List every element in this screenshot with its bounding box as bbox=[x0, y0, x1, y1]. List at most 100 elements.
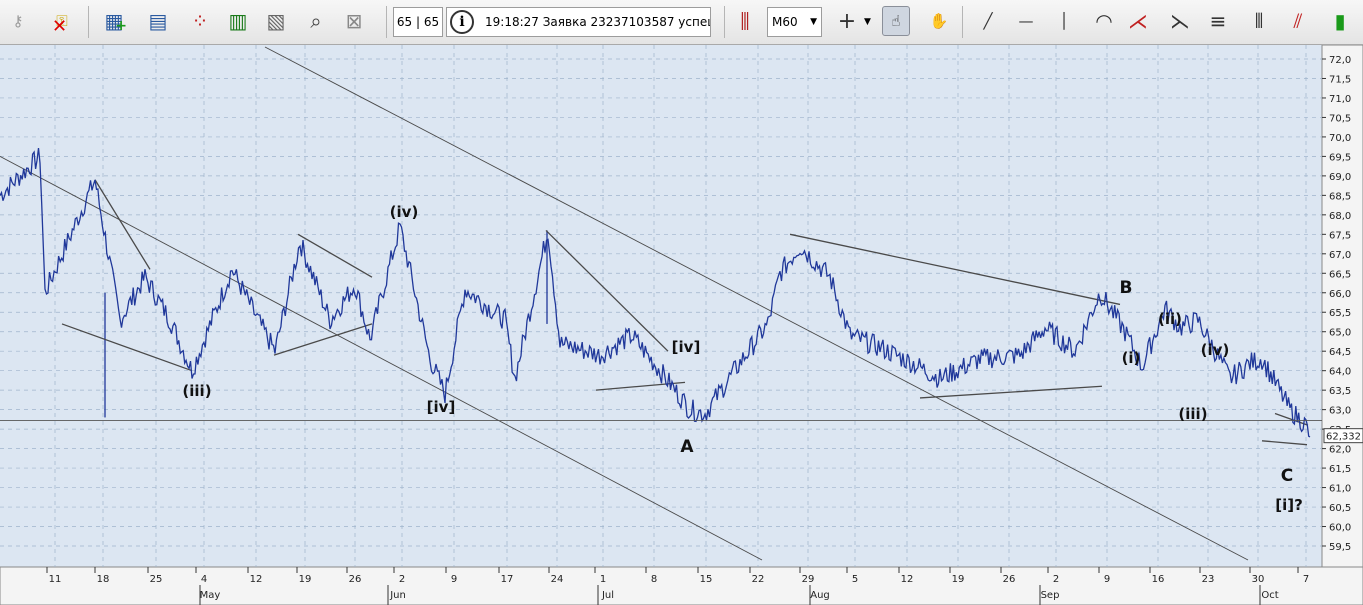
y-tick-label: 65,0 bbox=[1329, 328, 1351, 339]
wave-label: [iv] bbox=[427, 398, 456, 416]
y-tick-label: 72,0 bbox=[1329, 55, 1351, 66]
fibonacci-arcs-icon[interactable]: ◠ bbox=[1090, 6, 1118, 36]
wave-label: (iv) bbox=[390, 203, 419, 221]
chart-window-icon[interactable]: ▤ bbox=[144, 6, 172, 36]
channel-icon[interactable]: ⫽ bbox=[1284, 6, 1312, 36]
trend-line-icon[interactable]: ╱ bbox=[974, 6, 1002, 36]
y-tick-label: 68,0 bbox=[1329, 211, 1351, 222]
x-tick-label: 19 bbox=[299, 574, 312, 585]
wave-label: B bbox=[1120, 278, 1133, 298]
x-tick-label: 2 bbox=[1053, 574, 1059, 585]
quotes-window-icon[interactable]: ▥ bbox=[224, 6, 252, 36]
candles-icon[interactable]: ▮ bbox=[1326, 6, 1354, 36]
vertical-line-icon[interactable]: │ bbox=[1050, 6, 1078, 36]
wave-label: (ii) bbox=[1158, 310, 1182, 328]
wave-label: C bbox=[1281, 466, 1293, 486]
x-tick-label: 9 bbox=[451, 574, 457, 585]
y-tick-label: 60,5 bbox=[1329, 503, 1351, 514]
y-tick-label: 68,5 bbox=[1329, 191, 1351, 202]
month-label: Sep bbox=[1041, 590, 1060, 601]
y-tick-label: 64,0 bbox=[1329, 367, 1351, 378]
wave-label: (iii) bbox=[1178, 405, 1207, 423]
chevron-down-icon: ▼ bbox=[810, 17, 817, 27]
y-tick-label: 69,5 bbox=[1329, 152, 1351, 163]
status-time: 19:18:27 bbox=[485, 15, 539, 29]
x-tick-label: 23 bbox=[1202, 574, 1215, 585]
x-tick-label: 25 bbox=[150, 574, 163, 585]
y-tick-label: 59,5 bbox=[1329, 542, 1351, 553]
x-tick-label: 9 bbox=[1104, 574, 1110, 585]
x-tick-label: 12 bbox=[250, 574, 263, 585]
y-tick-label: 64,5 bbox=[1329, 347, 1351, 358]
x-tick-label: 7 bbox=[1303, 574, 1309, 585]
status-bar[interactable]: i 19:18:27 Заявка 23237103587 успеш bbox=[446, 7, 711, 37]
x-tick-label: 4 bbox=[201, 574, 207, 585]
wave-label: A bbox=[680, 437, 694, 457]
wave-label: (iii) bbox=[182, 382, 211, 400]
x-tick-label: 26 bbox=[1003, 574, 1016, 585]
timeframe-select[interactable]: M60 ▼ bbox=[767, 7, 822, 37]
toolbar-separator bbox=[962, 6, 963, 38]
toolbar-separator bbox=[88, 6, 89, 38]
time-zones-icon[interactable]: ⦀ bbox=[1245, 6, 1273, 36]
y-tick-label: 63,0 bbox=[1329, 406, 1351, 417]
main-toolbar: ⚷ ⚿ ✕ ▦ + ▤ ⁘ ▥ ▧ ⌕ ⊠ 65 | 65 i 19:18:27 З… bbox=[0, 0, 1363, 45]
crosshair-icon[interactable]: + bbox=[833, 6, 861, 36]
counter-text: 65 | 65 bbox=[396, 15, 440, 29]
y-tick-label: 61,5 bbox=[1329, 464, 1351, 475]
keys-disconnect-icon[interactable]: ⚿ ✕ bbox=[48, 6, 76, 37]
price-chart[interactable]: 72,0 71,5 71,0 70,5 70,0 69,5 69,0 68,5 68,0 67,5… bbox=[0, 45, 1363, 605]
indicators-icon[interactable]: ⫼ bbox=[731, 6, 759, 36]
counter-display: 65 | 65 bbox=[393, 7, 443, 37]
x-tick-label: 15 bbox=[700, 574, 713, 585]
search-table-icon[interactable]: ⌕ bbox=[302, 6, 330, 36]
toolbar-separator bbox=[386, 6, 387, 38]
x-tick-label: 29 bbox=[802, 574, 815, 585]
y-tick-label: 67,5 bbox=[1329, 230, 1351, 241]
new-table-icon[interactable]: ▦ + bbox=[100, 6, 128, 36]
pan-hand-icon[interactable]: ✋ bbox=[925, 6, 953, 36]
delete-table-icon[interactable]: ⊠ bbox=[340, 6, 368, 36]
last-price-label: 62,332 bbox=[1326, 432, 1361, 443]
x-tick-label: 1 bbox=[600, 574, 606, 585]
x-tick-label: 16 bbox=[1152, 574, 1165, 585]
y-tick-label: 66,0 bbox=[1329, 289, 1351, 300]
y-tick-label: 63,5 bbox=[1329, 386, 1351, 397]
y-tick-label: 71,5 bbox=[1329, 74, 1351, 85]
pointer-hand-icon[interactable]: ☝ bbox=[882, 6, 910, 36]
x-tick-label: 19 bbox=[952, 574, 965, 585]
fibonacci-levels-icon[interactable]: ≡ bbox=[1204, 6, 1232, 36]
fibonacci-fan-icon[interactable]: ⋌ bbox=[1124, 6, 1152, 36]
crosshair-dropdown-icon[interactable]: ▼ bbox=[864, 17, 871, 27]
scatter-window-icon[interactable]: ⁘ bbox=[186, 6, 214, 36]
x-tick-label: 2 bbox=[399, 574, 405, 585]
gann-fan-icon[interactable]: ⋋ bbox=[1166, 6, 1194, 36]
key-icon[interactable]: ⚷ bbox=[4, 6, 32, 36]
y-tick-label: 67,0 bbox=[1329, 250, 1351, 261]
timeframe-value: M60 bbox=[772, 15, 798, 29]
wave-label: (iv) bbox=[1201, 341, 1230, 359]
y-tick-label: 62,0 bbox=[1329, 445, 1351, 456]
y-tick-label: 70,0 bbox=[1329, 133, 1351, 144]
x-tick-label: 22 bbox=[752, 574, 765, 585]
x-tick-label: 12 bbox=[901, 574, 914, 585]
y-tick-label: 61,0 bbox=[1329, 484, 1351, 495]
month-label: Aug bbox=[810, 590, 830, 601]
x-tick-label: 11 bbox=[49, 574, 62, 585]
y-tick-label: 60,0 bbox=[1329, 523, 1351, 534]
plot-area[interactable] bbox=[0, 45, 1322, 567]
y-tick-label: 65,5 bbox=[1329, 308, 1351, 319]
x-tick-label: 24 bbox=[551, 574, 564, 585]
x-tick-label: 18 bbox=[97, 574, 110, 585]
month-label: Oct bbox=[1261, 590, 1278, 601]
month-label: Jun bbox=[389, 590, 406, 601]
horizontal-line-icon[interactable]: — bbox=[1012, 6, 1040, 36]
toolbar-separator bbox=[724, 6, 725, 38]
month-label: May bbox=[200, 590, 221, 601]
y-tick-label: 66,5 bbox=[1329, 269, 1351, 280]
wave-label: [i]? bbox=[1275, 496, 1303, 514]
y-tick-label: 70,5 bbox=[1329, 113, 1351, 124]
deals-window-icon[interactable]: ▧ bbox=[262, 6, 290, 36]
x-tick-label: 8 bbox=[651, 574, 657, 585]
wave-label: [iv] bbox=[672, 338, 701, 356]
